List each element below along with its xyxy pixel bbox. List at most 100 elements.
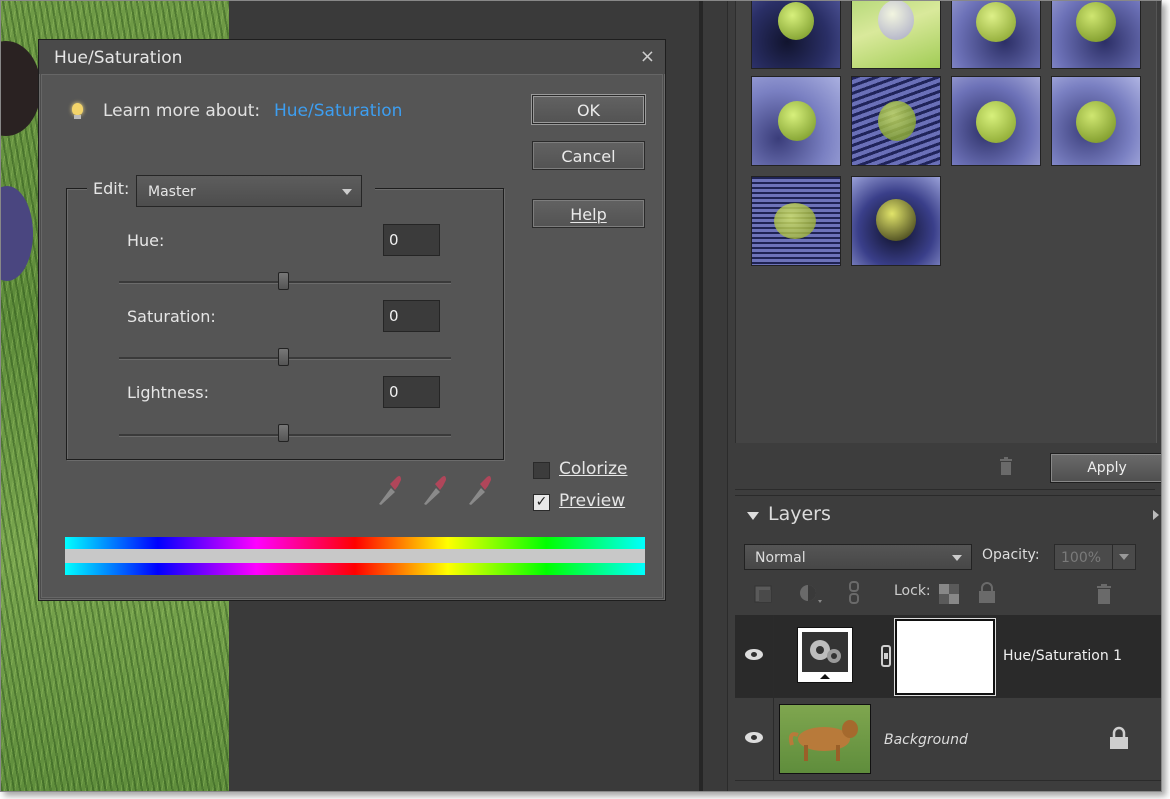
chevron-down-icon <box>342 189 352 195</box>
effect-thumbnail[interactable] <box>751 1 841 69</box>
help-button[interactable]: Help <box>532 199 645 228</box>
opacity-input[interactable]: 100% <box>1054 544 1136 570</box>
visibility-toggle[interactable] <box>735 615 774 697</box>
chevron-down-icon <box>952 555 962 561</box>
layers-panel-header[interactable]: Layers <box>735 495 1161 534</box>
output-hue-spectrum <box>65 563 645 575</box>
apple-thumbnail-icon <box>778 101 816 141</box>
adjustment-layer-thumbnail <box>797 627 853 683</box>
eyedropper-minus-icon[interactable] <box>467 474 491 506</box>
apple-thumbnail-icon <box>976 2 1016 42</box>
opacity-dropdown[interactable] <box>1112 545 1135 569</box>
opacity-value: 100% <box>1061 550 1102 566</box>
apple-thumbnail-icon <box>878 1 914 40</box>
dialog-body: Learn more about: Hue/Saturation OK Canc… <box>41 74 663 598</box>
apple-thumbnail-icon <box>878 101 916 141</box>
effect-thumbnail[interactable] <box>851 176 941 266</box>
effect-thumbnail[interactable] <box>1051 76 1141 166</box>
adjustment-layer-icon[interactable] <box>798 583 824 605</box>
colorize-label[interactable]: Colorize <box>559 459 628 479</box>
input-hue-spectrum <box>65 537 645 549</box>
collapse-triangle-icon[interactable] <box>747 512 759 520</box>
effect-thumbnail[interactable] <box>751 76 841 166</box>
dog-ear-shape <box>1 41 41 136</box>
hue-slider-thumb[interactable] <box>278 272 289 290</box>
layers-title: Layers <box>768 503 831 525</box>
apple-thumbnail-icon <box>774 203 816 239</box>
layer-row-background[interactable]: Background <box>735 698 1161 781</box>
purple-shape <box>1 186 33 281</box>
saturation-input[interactable]: 0 <box>383 300 440 332</box>
blend-mode-value: Normal <box>755 550 806 566</box>
apple-thumbnail-icon <box>976 101 1016 143</box>
lock-label: Lock: <box>894 583 931 599</box>
preview-label-text: Preview <box>559 491 626 511</box>
ok-button[interactable]: OK <box>532 95 645 124</box>
layer-name: Hue/Saturation 1 <box>1003 648 1123 664</box>
background-layer-thumbnail <box>779 704 871 774</box>
apple-thumbnail-icon <box>778 2 814 40</box>
panel-menu-icon[interactable] <box>1153 510 1159 520</box>
opacity-label: Opacity: <box>982 547 1040 563</box>
dialog-title: Hue/Saturation <box>54 48 183 68</box>
dog-thumbnail-icon <box>788 720 858 761</box>
lightness-label: Lightness: <box>127 383 209 402</box>
preview-checkbox[interactable]: ✓ <box>533 494 550 511</box>
layer-name: Background <box>884 732 968 748</box>
eye-icon <box>745 732 763 743</box>
lock-transparency-icon[interactable] <box>939 584 959 604</box>
hue-label: Hue: <box>127 231 165 250</box>
effects-toolbar: Apply <box>735 445 1161 490</box>
lightness-input[interactable]: 0 <box>383 376 440 408</box>
gears-icon <box>802 632 848 679</box>
edit-channel-value: Master <box>148 184 196 200</box>
preview-label[interactable]: Preview <box>559 491 625 511</box>
close-icon[interactable]: × <box>640 46 655 67</box>
apple-thumbnail-icon <box>876 199 916 241</box>
colorize-label-text: Colorize <box>559 459 628 479</box>
saturation-slider-thumb[interactable] <box>278 348 289 366</box>
eyedropper-icon[interactable] <box>377 474 401 506</box>
effect-thumbnail[interactable] <box>1051 1 1141 69</box>
lock-all-icon[interactable] <box>977 582 997 604</box>
learn-more-label: Learn more about: <box>103 101 261 121</box>
delete-layer-icon[interactable] <box>1096 584 1112 604</box>
effect-thumbnail[interactable] <box>951 76 1041 166</box>
apple-thumbnail-icon <box>1076 101 1116 143</box>
cancel-button[interactable]: Cancel <box>532 141 645 170</box>
apple-thumbnail-icon <box>1076 2 1116 42</box>
edit-channel-select[interactable]: Master <box>136 175 362 207</box>
lock-icon <box>1110 726 1128 749</box>
blend-mode-select[interactable]: Normal <box>744 544 972 570</box>
effect-thumbnail[interactable] <box>951 1 1041 69</box>
lightness-slider-thumb[interactable] <box>278 424 289 442</box>
edit-label: Edit: <box>93 179 130 198</box>
right-panel: Apply Layers Normal Opacity: 100% Lock: <box>728 1 1161 791</box>
hue-input[interactable]: 0 <box>383 224 440 256</box>
mask-link-icon[interactable] <box>880 645 892 667</box>
delete-effect-icon[interactable] <box>999 457 1013 475</box>
spectrum-divider <box>65 549 645 563</box>
effects-panel <box>735 1 1157 443</box>
colorize-checkbox[interactable] <box>533 462 550 479</box>
app-window: Apply Layers Normal Opacity: 100% Lock: <box>0 0 1162 792</box>
effect-thumbnail[interactable] <box>751 176 841 266</box>
apply-button[interactable]: Apply <box>1050 453 1161 483</box>
panel-collapse-strip[interactable] <box>703 1 728 791</box>
visibility-toggle[interactable] <box>735 698 774 780</box>
layer-row-hue-saturation[interactable]: Hue/Saturation 1 <box>735 615 1161 698</box>
new-layer-icon[interactable] <box>754 585 774 603</box>
lightbulb-base <box>74 115 81 119</box>
lightbulb-icon <box>72 103 83 115</box>
dialog-titlebar[interactable]: Hue/Saturation × <box>39 40 665 74</box>
effect-thumbnail[interactable] <box>851 1 941 69</box>
saturation-label: Saturation: <box>127 307 216 326</box>
learn-more-link[interactable]: Hue/Saturation <box>274 101 402 121</box>
hue-saturation-dialog: Hue/Saturation × Learn more about: Hue/S… <box>38 39 666 601</box>
eyedropper-plus-icon[interactable] <box>422 474 446 506</box>
layer-mask-thumbnail[interactable] <box>895 619 995 695</box>
link-layers-icon[interactable] <box>848 581 860 605</box>
eye-icon <box>745 649 763 660</box>
chevron-down-icon <box>1119 554 1129 560</box>
effect-thumbnail[interactable] <box>851 76 941 166</box>
